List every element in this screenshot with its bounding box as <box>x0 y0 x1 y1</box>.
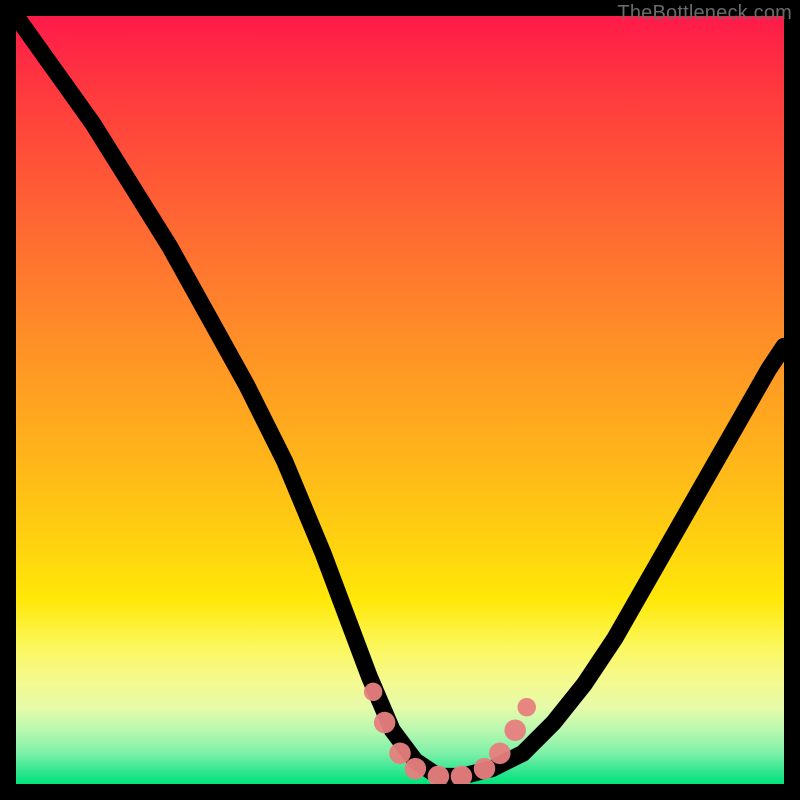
chart-frame: TheBottleneck.com <box>0 0 800 800</box>
curve-marker <box>364 683 382 701</box>
chart-plot-area <box>16 16 784 784</box>
curve-marker <box>389 743 411 765</box>
curve-marker <box>374 712 396 734</box>
bottleneck-curve <box>16 16 784 776</box>
watermark-text: TheBottleneck.com <box>617 2 792 25</box>
curve-marker <box>504 719 526 741</box>
chart-svg <box>16 16 784 784</box>
curve-marker <box>474 758 496 780</box>
curve-marker <box>518 698 536 716</box>
curve-marker <box>405 758 427 780</box>
curve-marker <box>489 743 511 765</box>
